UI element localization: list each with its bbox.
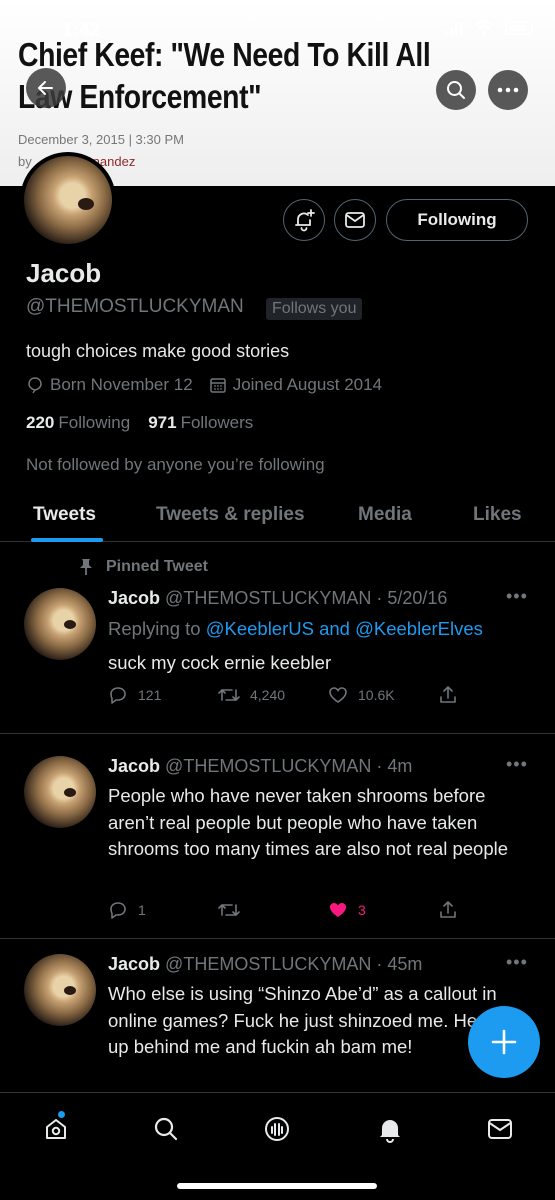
reply-button[interactable]: 121 bbox=[108, 685, 218, 705]
home-icon bbox=[46, 1119, 66, 1139]
nav-notifications[interactable] bbox=[372, 1111, 408, 1147]
like-button[interactable]: 10.6K bbox=[328, 686, 438, 704]
mail-icon bbox=[345, 212, 365, 228]
status-icons bbox=[445, 20, 533, 36]
profile-handle: @THEMOSTLUCKYMAN bbox=[26, 296, 244, 317]
nav-home[interactable] bbox=[38, 1111, 74, 1147]
tab-tweets[interactable]: Tweets bbox=[33, 504, 96, 526]
tweet[interactable]: Jacob @THEMOSTLUCKYMAN · 5/20/16 ••• Rep… bbox=[0, 542, 555, 734]
tweet-actions: 121 4,240 10.6K bbox=[108, 685, 458, 705]
banner-headline: Chief Keef: "We Need To Kill All Law Enf… bbox=[18, 36, 431, 115]
status-time: 1:42 bbox=[62, 20, 101, 41]
more-button[interactable] bbox=[488, 70, 528, 110]
tab-tweets-replies[interactable]: Tweets & replies bbox=[156, 504, 305, 526]
reply-users-link[interactable]: @KeeblerUS and @KeeblerElves bbox=[206, 618, 483, 639]
signal-icon bbox=[445, 21, 463, 35]
tweet-avatar[interactable] bbox=[24, 954, 96, 1026]
compose-button[interactable] bbox=[468, 1006, 540, 1078]
home-indicator bbox=[177, 1183, 377, 1189]
messages-icon bbox=[488, 1119, 512, 1139]
tweet-text: Who else is using “Shinzo Abe’d” as a ca… bbox=[108, 983, 528, 1057]
tab-likes[interactable]: Likes bbox=[473, 504, 522, 526]
notifications-icon bbox=[380, 1120, 400, 1143]
notify-button[interactable] bbox=[283, 199, 325, 241]
profile-bio: tough choices make good stories bbox=[26, 341, 290, 361]
tweet-header: Jacob @THEMOSTLUCKYMAN · 5/20/16 bbox=[108, 588, 448, 608]
reply-icon bbox=[110, 902, 126, 919]
profile-avatar[interactable] bbox=[20, 152, 116, 248]
retweet-icon bbox=[218, 689, 240, 701]
joined-label: Joined August 2014 bbox=[232, 375, 383, 394]
profile-name: Jacob bbox=[26, 258, 102, 288]
profile-tabs: Tweets Tweets & replies Media Likes bbox=[0, 490, 555, 542]
retweet-button[interactable] bbox=[218, 901, 328, 919]
reply-button[interactable]: 1 bbox=[108, 900, 218, 920]
tweet[interactable]: Jacob @THEMOSTLUCKYMAN · 45m ••• Who els… bbox=[0, 939, 555, 1092]
follows-you-badge: Follows you bbox=[266, 298, 363, 320]
calendar-icon bbox=[209, 378, 226, 393]
share-button[interactable] bbox=[438, 685, 458, 705]
tweet-more-icon[interactable]: ••• bbox=[506, 754, 528, 775]
compose-plus-icon bbox=[491, 1029, 517, 1055]
tweet-more-icon[interactable]: ••• bbox=[506, 586, 528, 607]
nav-explore[interactable] bbox=[148, 1111, 184, 1147]
tweet-more-icon[interactable]: ••• bbox=[506, 952, 528, 973]
share-icon bbox=[440, 901, 456, 918]
home-notification-dot bbox=[58, 1111, 65, 1118]
tweet-avatar[interactable] bbox=[24, 756, 96, 828]
search-button[interactable] bbox=[436, 70, 476, 110]
battery-icon bbox=[505, 21, 533, 35]
follow-counts: 220 Following 971 Followers bbox=[26, 413, 253, 433]
reply-icon bbox=[110, 687, 126, 704]
like-button[interactable]: 3 bbox=[328, 901, 438, 919]
share-icon bbox=[440, 686, 456, 703]
more-icon bbox=[497, 87, 519, 93]
mutual-followers-note: Not followed by anyone you’re following bbox=[26, 455, 325, 474]
following-button[interactable]: Following bbox=[386, 199, 528, 241]
message-button[interactable] bbox=[334, 199, 376, 241]
back-arrow-icon bbox=[38, 81, 53, 95]
balloon-icon bbox=[28, 377, 42, 394]
tweet-text: People who have never taken shrooms befo… bbox=[108, 785, 509, 859]
tweet-avatar[interactable] bbox=[24, 588, 96, 660]
banner-date: December 3, 2015 | 3:30 PM bbox=[18, 132, 184, 147]
bell-plus-icon bbox=[295, 209, 315, 232]
explore-icon bbox=[154, 1117, 178, 1141]
wifi-icon bbox=[474, 20, 494, 35]
like-icon bbox=[329, 687, 347, 703]
spaces-icon bbox=[265, 1117, 289, 1141]
nav-spaces[interactable] bbox=[259, 1111, 295, 1147]
birthday: Born November 12 bbox=[26, 375, 193, 395]
tweet-actions: 1 3 bbox=[108, 900, 458, 920]
replying-to: Replying to @KeeblerUS and @KeeblerElves bbox=[108, 618, 483, 639]
tweet-header: Jacob @THEMOSTLUCKYMAN · 45m bbox=[108, 954, 423, 974]
tweet-header: Jacob @THEMOSTLUCKYMAN · 4m bbox=[108, 756, 413, 776]
retweet-icon bbox=[218, 904, 240, 916]
banner-by-label: by bbox=[18, 154, 32, 169]
tweet[interactable]: Jacob @THEMOSTLUCKYMAN · 4m ••• People w… bbox=[0, 734, 555, 939]
retweet-button[interactable]: 4,240 bbox=[218, 686, 328, 704]
following-count-link[interactable]: 220 Following bbox=[26, 413, 130, 433]
back-button[interactable] bbox=[26, 68, 66, 108]
born-label: Born November 12 bbox=[50, 375, 193, 394]
tweet-text: suck my cock ernie keebler bbox=[108, 652, 332, 673]
share-button[interactable] bbox=[438, 900, 458, 920]
profile-meta: Born November 12 Joined August 2014 bbox=[26, 375, 382, 395]
followers-count-link[interactable]: 971 Followers bbox=[148, 413, 253, 433]
bottom-nav bbox=[0, 1092, 555, 1200]
search-icon bbox=[447, 81, 465, 99]
tab-media[interactable]: Media bbox=[358, 504, 412, 526]
nav-messages[interactable] bbox=[482, 1111, 518, 1147]
join-date: Joined August 2014 bbox=[209, 375, 382, 395]
like-icon bbox=[330, 903, 346, 917]
